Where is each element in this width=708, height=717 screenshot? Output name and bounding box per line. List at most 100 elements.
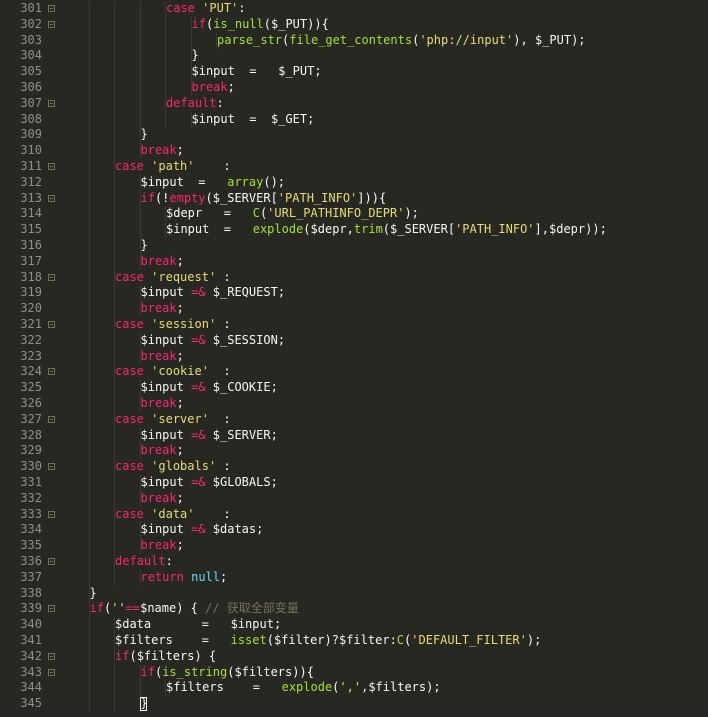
fold-toggle-icon[interactable] bbox=[48, 368, 55, 376]
code-line[interactable]: $input =& $datas; bbox=[62, 522, 708, 539]
code-line[interactable]: break; bbox=[62, 490, 708, 507]
gutter-row: 304 bbox=[0, 48, 62, 64]
fold-toggle-icon[interactable] bbox=[48, 20, 55, 28]
line-number: 335 bbox=[20, 538, 42, 553]
code-token: $input bbox=[140, 285, 184, 300]
code-line[interactable]: if(is_string($filters)){ bbox=[62, 664, 708, 681]
fold-toggle-icon[interactable] bbox=[48, 321, 55, 328]
line-number: 345 bbox=[20, 696, 42, 711]
code-line[interactable]: break; bbox=[62, 143, 708, 160]
fold-toggle-icon[interactable] bbox=[48, 510, 55, 518]
indent-guide bbox=[88, 253, 90, 270]
code-line[interactable]: $input =& $GLOBALS; bbox=[62, 475, 708, 491]
fold-toggle-icon[interactable] bbox=[48, 652, 55, 660]
code-line[interactable]: parse_str(file_get_contents('php://input… bbox=[62, 32, 708, 49]
code-line[interactable]: } bbox=[62, 696, 708, 713]
code-line[interactable]: $filters = explode(',',$filters); bbox=[62, 680, 708, 697]
gutter-row: 336 bbox=[0, 554, 62, 570]
code-line[interactable]: return null; bbox=[62, 569, 708, 586]
code-token: ); bbox=[404, 206, 419, 221]
code-line[interactable]: $input =& $_REQUEST; bbox=[62, 285, 708, 302]
code-line[interactable]: if(''==$name) { // 获取全部变量 bbox=[62, 601, 708, 618]
code-token: $input bbox=[140, 475, 184, 489]
fold-toggle-icon[interactable] bbox=[48, 194, 55, 202]
indent-guide bbox=[88, 443, 90, 460]
code-token: empty bbox=[169, 190, 206, 205]
code-line[interactable]: $input = $_PUT; bbox=[62, 64, 708, 81]
code-token: (! bbox=[154, 190, 170, 205]
fold-toggle-icon[interactable] bbox=[48, 558, 55, 565]
code-line[interactable]: $depr = C('URL_PATHINFO_DEPR'); bbox=[62, 206, 708, 223]
code-line[interactable]: $input = $_GET; bbox=[62, 111, 708, 128]
code-token: ); bbox=[571, 32, 586, 47]
fold-toggle-icon[interactable] bbox=[48, 605, 55, 613]
code-line[interactable]: $input = array(); bbox=[62, 174, 708, 191]
indent-guide bbox=[114, 664, 115, 681]
fold-toggle-icon[interactable] bbox=[48, 273, 55, 281]
code-line[interactable]: break; bbox=[62, 253, 708, 270]
code-token: $_SERVER bbox=[212, 190, 271, 205]
fold-toggle-icon[interactable] bbox=[48, 5, 55, 12]
code-line[interactable]: case 'globals' : bbox=[62, 459, 708, 476]
code-line[interactable]: } bbox=[62, 585, 708, 602]
fold-toggle-icon[interactable] bbox=[48, 463, 55, 471]
code-token: $input bbox=[191, 111, 235, 126]
indent-guide bbox=[88, 411, 90, 428]
fold-toggle-icon[interactable] bbox=[48, 668, 55, 676]
code-line[interactable]: case 'PUT': bbox=[62, 1, 708, 17]
code-token: ; bbox=[270, 475, 278, 489]
code-token: if bbox=[140, 190, 155, 205]
code-line[interactable]: case 'session' : bbox=[62, 317, 708, 333]
indent-guide bbox=[88, 269, 90, 286]
code-line[interactable]: break; bbox=[62, 396, 708, 412]
code-line[interactable]: case 'data' : bbox=[62, 506, 708, 523]
code-line[interactable]: case 'request' : bbox=[62, 269, 708, 286]
code-line[interactable]: case 'path' : bbox=[62, 159, 708, 175]
code-line[interactable]: break; bbox=[62, 348, 708, 365]
indent-guide bbox=[88, 16, 90, 33]
code-line[interactable]: break; bbox=[62, 538, 708, 555]
fold-toggle-icon[interactable] bbox=[48, 163, 55, 170]
fold-toggle-icon[interactable] bbox=[48, 99, 55, 107]
code-line[interactable]: break; bbox=[62, 443, 708, 460]
code-line[interactable]: } bbox=[62, 48, 708, 65]
gutter-row: 330 bbox=[0, 459, 62, 475]
code-editor[interactable]: 301 302 303 304 305 306 307 308 309 310 311 312 313 3… bbox=[0, 0, 708, 717]
code-token: default bbox=[166, 95, 217, 110]
code-line[interactable]: if(is_null($_PUT)){ bbox=[62, 16, 708, 33]
line-number: 312 bbox=[20, 174, 42, 189]
code-token: case bbox=[166, 1, 195, 15]
code-line[interactable]: $filters = isset($filter)?$filter:C('DEF… bbox=[62, 633, 708, 649]
code-token: $input bbox=[140, 522, 184, 537]
code-line[interactable]: case 'server' : bbox=[62, 411, 708, 428]
code-token: trim bbox=[353, 222, 383, 237]
code-token: $input bbox=[140, 332, 184, 347]
code-area[interactable]: case 'PUT': if(is_null($_PUT)){parse_str(… bbox=[62, 0, 708, 717]
code-line[interactable]: break; bbox=[62, 301, 708, 318]
code-line[interactable]: } bbox=[62, 127, 708, 144]
code-text: if(is_null($_PUT)){ bbox=[192, 17, 329, 33]
code-token: break bbox=[140, 538, 177, 553]
code-line[interactable]: $input =& $_SERVER; bbox=[62, 427, 708, 444]
code-token: = bbox=[172, 633, 231, 647]
code-line[interactable]: } bbox=[62, 238, 708, 254]
code-line[interactable]: break; bbox=[62, 80, 708, 96]
code-line[interactable]: $input =& $_SESSION; bbox=[62, 332, 708, 349]
code-line[interactable]: case 'cookie' : bbox=[62, 364, 708, 381]
indent-guide bbox=[88, 317, 90, 333]
line-number: 318 bbox=[20, 269, 42, 284]
code-line[interactable]: default: bbox=[62, 554, 708, 570]
code-token: break bbox=[140, 143, 177, 158]
code-token: $data bbox=[115, 617, 152, 632]
gutter-row: 328 bbox=[0, 428, 62, 444]
fold-toggle-icon[interactable] bbox=[48, 415, 55, 423]
code-line[interactable]: $input = explode($depr,trim($_SERVER['PA… bbox=[62, 222, 708, 239]
code-token: : bbox=[238, 1, 246, 15]
code-line[interactable]: $input =& $_COOKIE; bbox=[62, 380, 708, 397]
code-line[interactable]: $data = $input; bbox=[62, 617, 708, 634]
code-token: array bbox=[227, 174, 264, 189]
code-line[interactable]: if(!empty($_SERVER['PATH_INFO'])){ bbox=[62, 190, 708, 207]
code-line[interactable]: if($filters) { bbox=[62, 648, 708, 665]
code-token: 'URL_PATHINFO_DEPR' bbox=[267, 206, 405, 221]
code-line[interactable]: default: bbox=[62, 95, 708, 112]
